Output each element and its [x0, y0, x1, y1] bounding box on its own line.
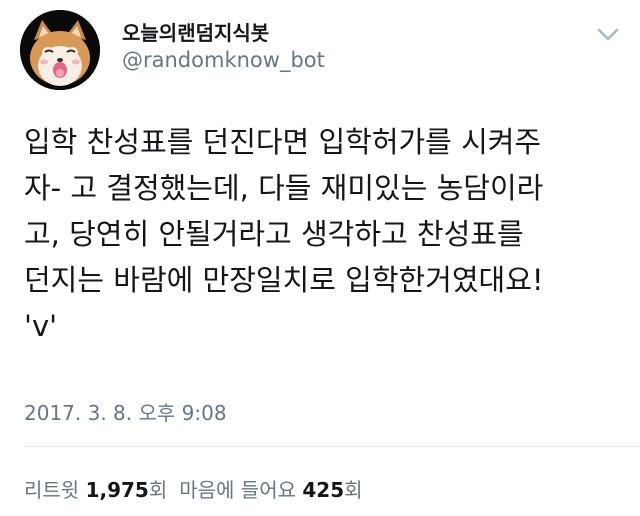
tweet-timestamp[interactable]: 2017. 3. 8. 오후 9:08	[24, 397, 227, 426]
avatar[interactable]	[20, 10, 100, 90]
divider	[24, 446, 640, 447]
retweet-count-link[interactable]: 리트윗 1,975회	[24, 478, 167, 502]
like-count-link[interactable]: 마음에 들어요 425회	[179, 478, 362, 502]
chevron-down-icon	[597, 28, 619, 41]
like-unit: 회	[344, 478, 363, 502]
tweet-text: 입학 찬성표를 던진다면 입학허가를 시켜주 자- 고 결정했는데, 다들 재미…	[24, 125, 544, 343]
tweet-header: 오늘의랜덤지식봇 @randomknow_bot	[0, 0, 640, 100]
tweet-stats: 리트윗 1,975회 마음에 들어요 425회	[24, 474, 363, 503]
retweet-count: 1,975	[85, 478, 149, 502]
shiba-dog-avatar-icon	[20, 10, 100, 90]
tweet-menu-button[interactable]	[592, 19, 624, 51]
like-count: 425	[302, 478, 345, 502]
display-name[interactable]: 오늘의랜덤지식봇	[122, 17, 269, 46]
retweet-label: 리트윗	[24, 478, 80, 502]
like-label: 마음에 들어요	[179, 478, 296, 502]
retweet-unit: 회	[148, 478, 168, 502]
user-handle[interactable]: @randomknow_bot	[122, 48, 325, 72]
